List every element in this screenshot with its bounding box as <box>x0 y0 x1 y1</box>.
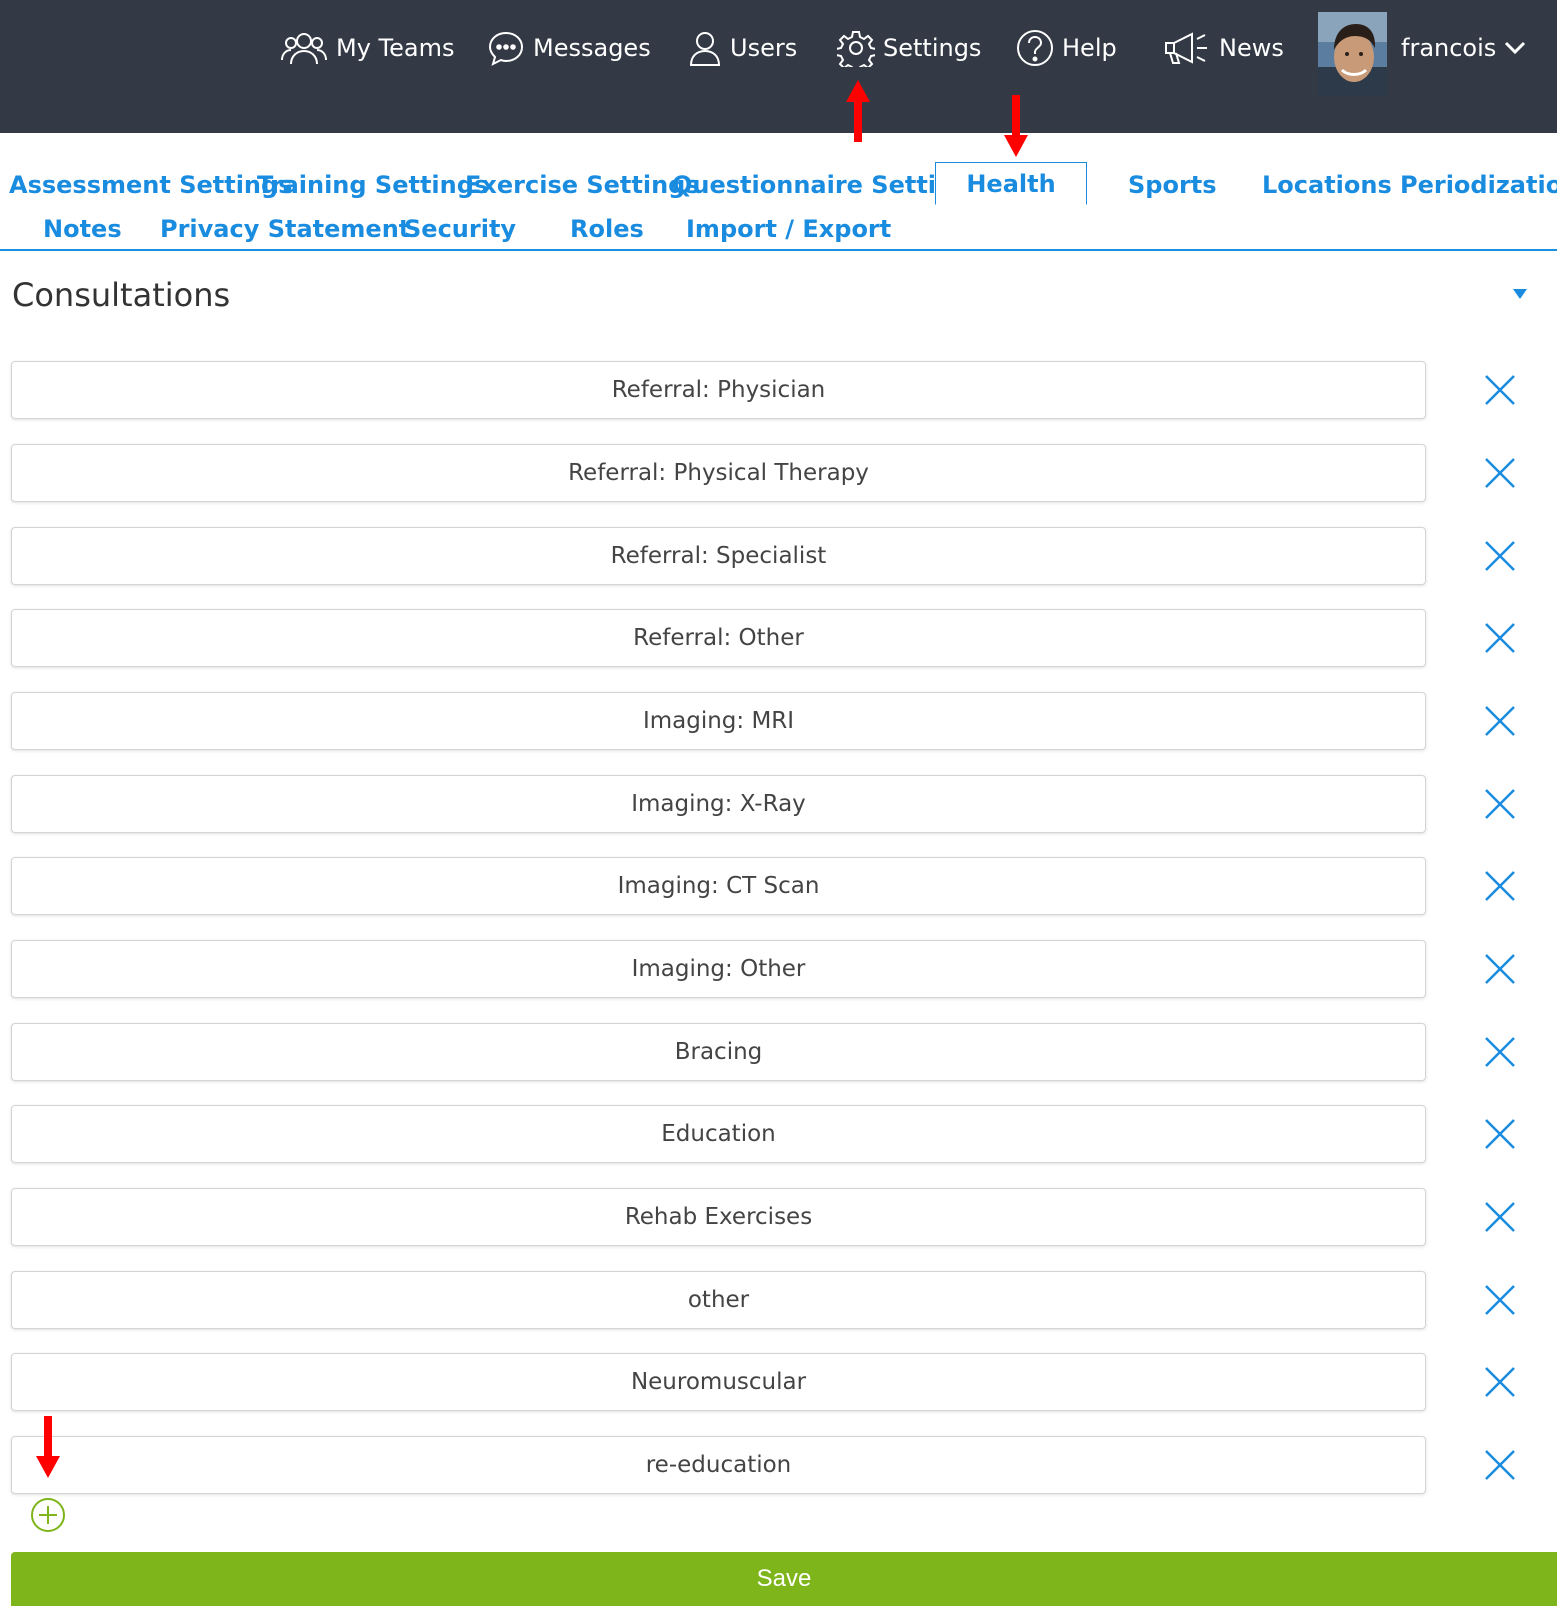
save-button[interactable]: Save <box>11 1552 1557 1606</box>
tab-roles[interactable]: Roles <box>570 214 644 244</box>
close-icon[interactable] <box>1482 868 1518 904</box>
nav-news-label: News <box>1219 34 1284 62</box>
tab-exercise-settings[interactable]: Exercise Settings <box>465 170 700 200</box>
tab-sports[interactable]: Sports <box>1128 170 1217 200</box>
nav-messages[interactable]: Messages <box>487 0 651 96</box>
nav-help[interactable]: Help <box>1016 0 1117 96</box>
users-icon <box>281 33 327 65</box>
tab-privacy-statement[interactable]: Privacy Statement <box>160 214 410 244</box>
megaphone-icon <box>1165 32 1207 64</box>
annotation-arrow-down <box>36 1416 60 1478</box>
tab-assessment-settings[interactable]: Assessment Settings <box>9 170 292 200</box>
avatar[interactable] <box>1318 12 1387 96</box>
nav-my-teams[interactable]: My Teams <box>280 0 454 96</box>
close-icon[interactable] <box>1482 1282 1518 1318</box>
tab-locations[interactable]: Locations <box>1262 170 1392 200</box>
consultation-input[interactable] <box>11 444 1426 502</box>
consultation-input[interactable] <box>11 1105 1426 1163</box>
section-title: Consultations <box>12 276 231 314</box>
tab-notes[interactable]: Notes <box>43 214 122 244</box>
close-icon[interactable] <box>1482 372 1518 408</box>
tab-import-export[interactable]: Import / Export <box>686 214 891 244</box>
close-icon[interactable] <box>1482 538 1518 574</box>
nav-messages-label: Messages <box>533 34 651 62</box>
close-icon[interactable] <box>1482 703 1518 739</box>
top-navigation-bar: My Teams Messages Users Settings Help Ne… <box>0 0 1557 133</box>
close-icon[interactable] <box>1482 951 1518 987</box>
close-icon[interactable] <box>1482 786 1518 822</box>
tab-health[interactable]: Health <box>935 162 1087 205</box>
user-menu-name[interactable]: francois <box>1401 0 1496 96</box>
nav-users[interactable]: Users <box>688 0 797 96</box>
chat-bubble-icon <box>488 31 524 66</box>
nav-users-label: Users <box>730 34 798 62</box>
consultation-input[interactable] <box>11 857 1426 915</box>
consultation-input[interactable] <box>11 1353 1426 1411</box>
close-icon[interactable] <box>1482 1447 1518 1483</box>
tab-periodization[interactable]: Periodization <box>1400 170 1557 200</box>
chevron-down-icon[interactable] <box>1503 38 1527 58</box>
nav-my-teams-label: My Teams <box>336 34 455 62</box>
close-icon[interactable] <box>1482 1199 1518 1235</box>
close-icon[interactable] <box>1482 1034 1518 1070</box>
caret-down-icon[interactable] <box>1512 288 1528 300</box>
close-icon[interactable] <box>1482 1116 1518 1152</box>
settings-tabs: Assessment Settings Training Settings Ex… <box>0 133 1557 251</box>
tab-security[interactable]: Security <box>404 214 516 244</box>
nav-settings-label: Settings <box>883 34 982 62</box>
consultation-input[interactable] <box>11 609 1426 667</box>
consultation-input[interactable] <box>11 692 1426 750</box>
close-icon[interactable] <box>1482 620 1518 656</box>
tab-training-settings[interactable]: Training Settings <box>257 170 488 200</box>
consultation-input[interactable] <box>11 1023 1426 1081</box>
consultation-input[interactable] <box>11 527 1426 585</box>
consultation-input[interactable] <box>11 1271 1426 1329</box>
plus-circle-icon[interactable] <box>30 1497 66 1533</box>
consultation-input[interactable] <box>11 1436 1426 1494</box>
consultation-input[interactable] <box>11 1188 1426 1246</box>
nav-news[interactable]: News <box>1163 0 1284 96</box>
gear-icon <box>837 31 875 67</box>
nav-help-label: Help <box>1062 34 1117 62</box>
consultation-input[interactable] <box>11 361 1426 419</box>
close-icon[interactable] <box>1482 1364 1518 1400</box>
user-icon <box>689 32 721 66</box>
consultation-input[interactable] <box>11 940 1426 998</box>
close-icon[interactable] <box>1482 455 1518 491</box>
consultation-input[interactable] <box>11 775 1426 833</box>
question-circle-icon <box>1017 30 1053 66</box>
